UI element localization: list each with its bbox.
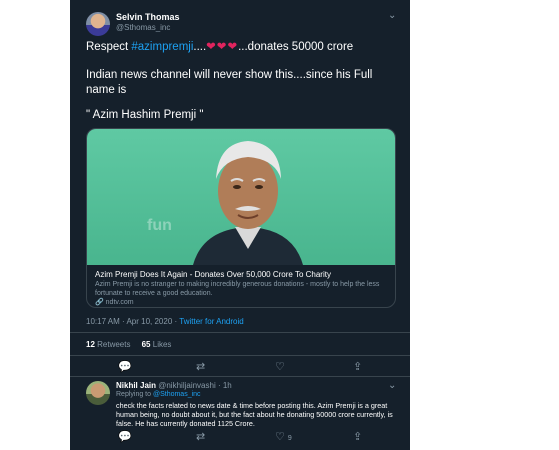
reply-retweet-icon[interactable]: ⇄: [196, 430, 205, 443]
tweet-text-line-4: " Azim Hashim Premji ": [86, 109, 204, 121]
author-name[interactable]: Selvin Thomas: [116, 12, 180, 22]
likes-stat[interactable]: 65 Likes: [142, 340, 172, 349]
reply-header: Nikhil Jain @nikhiljainvashi · 1h: [116, 381, 232, 390]
reply-like-count: 9: [287, 435, 292, 442]
tweet-text-dots: ....: [193, 41, 207, 53]
reply-reply-icon[interactable]: 💬: [118, 430, 132, 443]
source-link[interactable]: Twitter for Android: [179, 317, 243, 326]
share-icon[interactable]: ⇪: [353, 360, 362, 373]
tweet-timestamp: 10:17 AM · Apr 10, 2020 · Twitter for An…: [86, 317, 244, 326]
reply-icon[interactable]: 💬: [118, 360, 132, 373]
tweet-text-line-3: name is: [86, 84, 127, 96]
card-title[interactable]: Azim Premji Does It Again - Donates Over…: [95, 270, 331, 279]
replying-to-handle[interactable]: @Sthomas_inc: [153, 391, 201, 398]
like-icon[interactable]: ♡: [275, 360, 285, 373]
portrait-image: [193, 141, 303, 265]
replying-to: Replying to @Sthomas_inc: [116, 391, 201, 398]
hashtag-link[interactable]: #azimpremji: [131, 41, 193, 53]
card-image-watermark: fun: [147, 217, 172, 234]
card-domain: 🔗 ndtv.com: [95, 299, 134, 306]
divider: [70, 332, 410, 333]
reply-author-handle[interactable]: @nikhiljainvashi · 1h: [156, 381, 232, 390]
chevron-down-icon[interactable]: ⌄: [388, 10, 396, 21]
tweet-text-line-2: Indian news channel will never show this…: [86, 69, 373, 81]
retweets-count: 12: [86, 340, 95, 349]
divider: [70, 376, 410, 377]
tweet-text-suffix: ...donates 50000 crore: [238, 41, 354, 53]
reply-text: check the facts related to news date & t…: [116, 401, 393, 428]
reply-like-icon: ♡: [275, 431, 285, 443]
retweets-stat[interactable]: 12 Retweets: [86, 340, 130, 349]
tweet-panel: Selvin Thomas @Sthomas_inc ⌄ Respect #az…: [70, 0, 410, 450]
heart-emoji: ❤❤❤: [206, 41, 239, 53]
timestamp-text[interactable]: 10:17 AM · Apr 10, 2020 ·: [86, 317, 179, 326]
divider: [70, 355, 410, 356]
tweet-text-line-1: Respect #azimpremji....❤❤❤...donates 500…: [86, 40, 353, 55]
link-card[interactable]: fun Azim Premji Does It Again - Donates …: [86, 128, 396, 308]
likes-label: Likes: [150, 340, 172, 349]
reply-author-name[interactable]: Nikhil Jain: [116, 381, 156, 390]
author-handle[interactable]: @Sthomas_inc: [116, 23, 170, 32]
reply-share-icon[interactable]: ⇪: [353, 430, 362, 443]
retweets-label: Retweets: [94, 340, 131, 349]
reply-like-button[interactable]: ♡ 9: [275, 430, 292, 443]
reply-author-avatar[interactable]: [86, 381, 110, 405]
replying-to-label: Replying to: [116, 391, 153, 398]
tweet-text-prefix: Respect: [86, 41, 132, 53]
retweet-icon[interactable]: ⇄: [196, 360, 205, 373]
engagement-stats: 12 Retweets 65 Likes: [86, 340, 171, 349]
card-description: Azim Premji is no stranger to making inc…: [95, 281, 380, 297]
chevron-down-icon[interactable]: ⌄: [388, 380, 396, 391]
likes-count: 65: [141, 340, 151, 349]
card-image: fun: [87, 129, 395, 265]
author-avatar[interactable]: [86, 12, 110, 36]
